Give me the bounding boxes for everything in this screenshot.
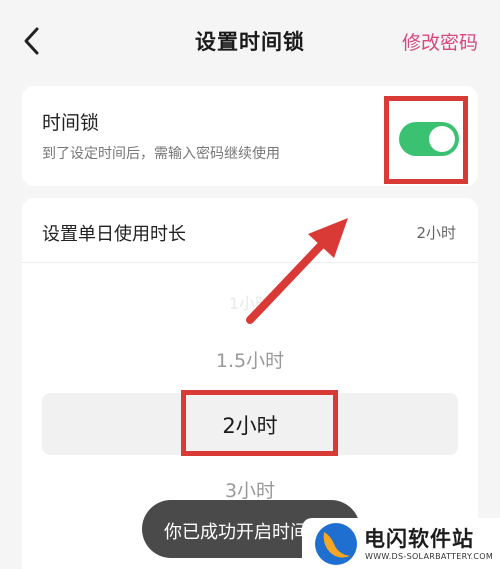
time-lock-title: 时间锁 bbox=[42, 112, 100, 134]
time-lock-toggle[interactable] bbox=[399, 122, 459, 156]
lightning-logo-icon bbox=[315, 523, 357, 565]
picker-option-below[interactable]: 3小时 bbox=[0, 476, 500, 503]
toggle-annotation-box[interactable] bbox=[384, 96, 468, 184]
daily-duration-value: 2小时 bbox=[416, 224, 456, 242]
daily-duration-label: 设置单日使用时长 bbox=[42, 224, 186, 245]
annotation-arrow-icon bbox=[246, 218, 348, 324]
edit-password-link[interactable]: 修改密码 bbox=[402, 28, 478, 55]
picker-option-above[interactable]: 1.5小时 bbox=[0, 346, 500, 373]
top-bar: 设置时间锁 修改密码 bbox=[0, 0, 500, 72]
watermark-name: 电闪软件站 bbox=[364, 527, 474, 551]
toggle-knob bbox=[429, 126, 455, 152]
selection-annotation-box bbox=[181, 390, 338, 456]
time-lock-description: 到了设定时间后，需输入密码继续使用 bbox=[42, 146, 280, 162]
watermark-url: WWW.DS-SOLARBATTERY.COM bbox=[365, 552, 494, 561]
watermark: 电闪软件站 WWW.DS-SOLARBATTERY.COM bbox=[302, 518, 500, 569]
